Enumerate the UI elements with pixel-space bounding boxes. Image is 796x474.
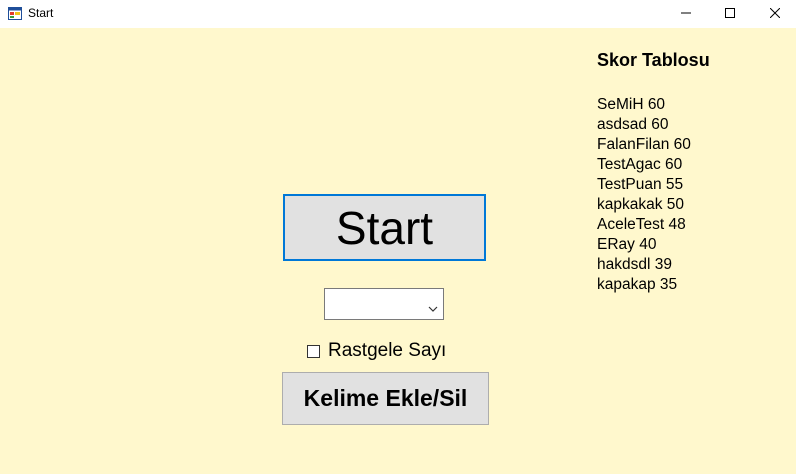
minimize-icon [681, 5, 691, 23]
scoreboard-entry: hakdsdl 39 [597, 256, 672, 273]
client-area: Start Rastgele Sayı Kelime Ekle/Sil Skor… [0, 28, 796, 474]
scoreboard-entry: TestAgac 60 [597, 156, 683, 173]
scoreboard-entry: AceleTest 48 [597, 216, 686, 233]
app-window: Start Start Rastgele Sayı Kelime Ekle/Si… [0, 0, 796, 474]
title-bar[interactable]: Start [0, 0, 796, 28]
scoreboard-entry: kapkakak 50 [597, 196, 685, 213]
scoreboard-entry: TestPuan 55 [597, 176, 684, 193]
close-icon [769, 5, 781, 23]
scoreboard-entry: asdsad 60 [597, 116, 669, 133]
winforms-app-icon [8, 7, 22, 20]
random-number-checkbox[interactable] [307, 344, 320, 358]
edit-words-button[interactable]: Kelime Ekle/Sil [282, 372, 489, 425]
random-number-label: Rastgele Sayı [328, 340, 447, 361]
maximize-button[interactable] [707, 0, 753, 28]
window-title: Start [28, 6, 54, 20]
chevron-down-icon [428, 300, 438, 312]
scoreboard-title: Skor Tablosu [597, 50, 710, 70]
scoreboard-entry: ERay 40 [597, 236, 657, 253]
scoreboard-list: SeMiH 60 asdsad 60 FalanFilan 60 TestAga… [597, 95, 691, 295]
mode-dropdown[interactable] [324, 288, 444, 320]
maximize-icon [725, 5, 735, 23]
scoreboard-entry: FalanFilan 60 [597, 136, 691, 153]
minimize-button[interactable] [663, 0, 709, 28]
close-button[interactable] [752, 0, 796, 28]
random-number-option[interactable]: Rastgele Sayı [307, 340, 446, 362]
start-button[interactable]: Start [283, 194, 486, 261]
scoreboard-entry: SeMiH 60 [597, 96, 666, 113]
scoreboard-entry: kapakap 35 [597, 276, 678, 293]
